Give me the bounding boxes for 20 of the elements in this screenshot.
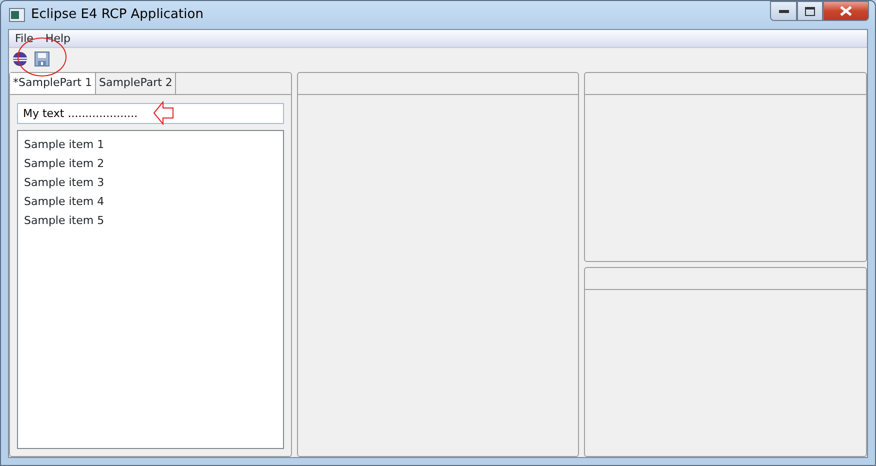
list-item[interactable]: Sample item 3 bbox=[18, 173, 283, 192]
item-list[interactable]: Sample item 1 Sample item 2 Sample item 3 Sample item 4 Sample item 5 bbox=[17, 130, 284, 449]
menu-item[interactable]: Help bbox=[39, 30, 76, 47]
app-icon bbox=[9, 8, 25, 22]
save-icon[interactable] bbox=[34, 51, 50, 67]
list-item[interactable]: Sample item 1 bbox=[18, 135, 283, 154]
list-item[interactable]: Sample item 4 bbox=[18, 192, 283, 211]
list-item[interactable]: Sample item 5 bbox=[18, 211, 283, 230]
menu-item[interactable]: File bbox=[9, 30, 40, 47]
maximize-button[interactable] bbox=[797, 1, 823, 21]
minimize-icon bbox=[778, 10, 788, 12]
part-tab[interactable]: *SamplePart 1 bbox=[10, 73, 96, 94]
eclipse-icon[interactable] bbox=[12, 51, 28, 67]
window-title: Eclipse E4 RCP Application bbox=[31, 6, 204, 24]
close-button[interactable] bbox=[823, 1, 869, 21]
maximize-icon bbox=[805, 6, 815, 16]
close-icon bbox=[840, 6, 852, 16]
minimize-button[interactable] bbox=[770, 1, 797, 21]
list-item[interactable]: Sample item 2 bbox=[18, 154, 283, 173]
text-field[interactable]: My text .................... bbox=[17, 103, 284, 124]
